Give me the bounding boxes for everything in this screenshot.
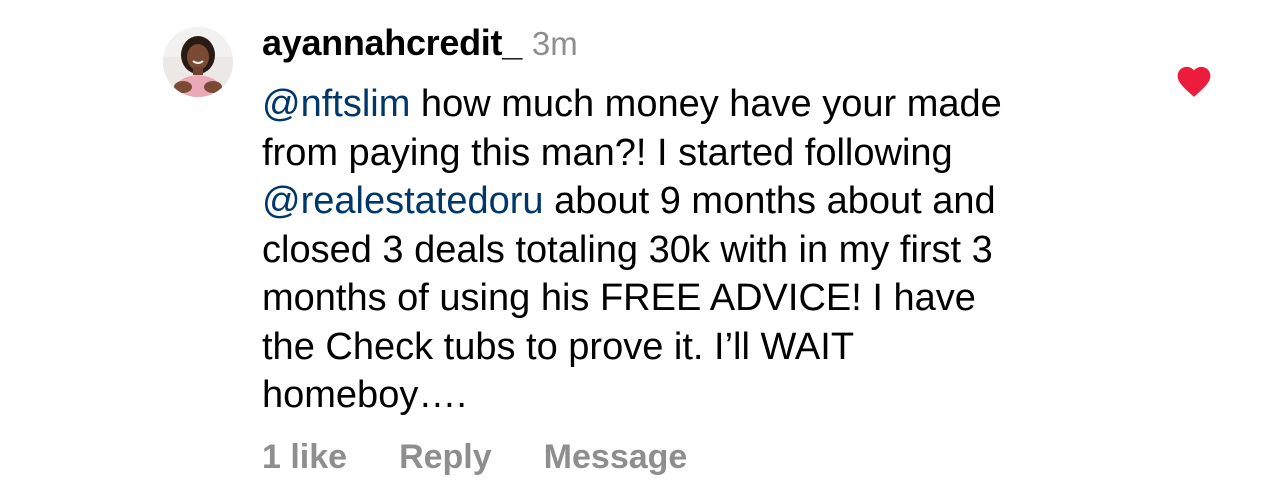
comment-actions: 1 like Reply Message bbox=[262, 438, 687, 477]
comment-text: @nftslim how much money have your made fr… bbox=[262, 80, 1142, 420]
comment-line: months of using his FREE ADVICE! I have bbox=[262, 274, 1142, 323]
username-link[interactable]: ayannahcredit_ bbox=[262, 22, 522, 64]
comment-line: homeboy…. bbox=[262, 371, 1142, 420]
comment-line: closed 3 deals totaling 30k with in my f… bbox=[262, 226, 1142, 275]
heart-filled-icon[interactable] bbox=[1174, 62, 1214, 98]
comment-line: from paying this man?! I started followi… bbox=[262, 129, 1142, 178]
comment-screen: ayannahcredit_ 3m @nftslim how much mone… bbox=[0, 0, 1284, 500]
mention-link[interactable]: @nftslim bbox=[262, 83, 410, 125]
comment-text-segment: about 9 months about and bbox=[543, 180, 996, 222]
comment-line: @realestatedoru about 9 months about and bbox=[262, 177, 1142, 226]
avatar[interactable] bbox=[163, 27, 233, 97]
mention-link[interactable]: @realestatedoru bbox=[262, 180, 544, 222]
comment-text-segment: homeboy…. bbox=[262, 374, 467, 416]
comment-header: ayannahcredit_ 3m bbox=[262, 22, 578, 68]
message-button[interactable]: Message bbox=[544, 438, 688, 477]
comment-line: the Check tubs to prove it. I’ll WAIT bbox=[262, 323, 1142, 372]
like-count[interactable]: 1 like bbox=[262, 438, 347, 477]
comment-line: @nftslim how much money have your made bbox=[262, 80, 1142, 129]
comment-text-segment: months of using his FREE ADVICE! I have bbox=[262, 277, 976, 319]
comment-text-segment: the Check tubs to prove it. I’ll WAIT bbox=[262, 325, 855, 368]
comment-text-segment: from paying this man?! I started followi… bbox=[262, 131, 953, 174]
reply-button[interactable]: Reply bbox=[399, 438, 492, 477]
avatar-image bbox=[163, 27, 233, 97]
comment-text-segment: how much money have your made bbox=[410, 83, 1002, 125]
comment-timestamp: 3m bbox=[531, 25, 578, 62]
comment-text-segment: closed 3 deals totaling 30k with in my f… bbox=[262, 228, 993, 271]
